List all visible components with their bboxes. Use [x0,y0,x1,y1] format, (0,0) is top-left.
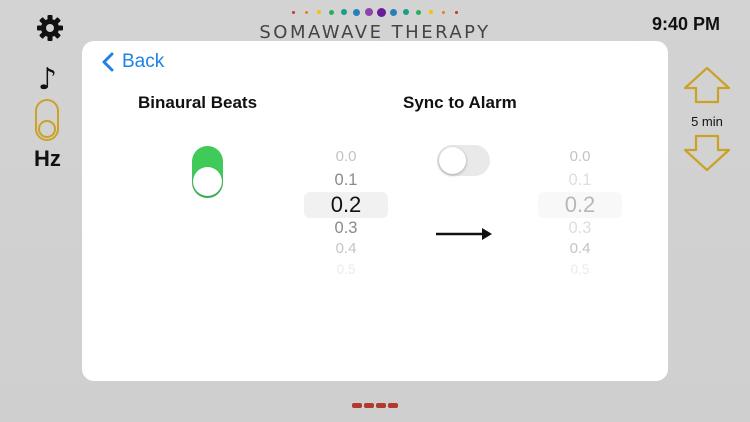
color-dot [442,10,446,14]
sync-to-alarm-toggle[interactable] [437,145,490,176]
picker-option[interactable]: 0.5 [304,257,388,283]
duration-up-arrow-icon[interactable] [682,66,732,104]
color-dot [292,10,296,14]
toggle-knob [439,147,466,174]
back-label: Back [122,51,165,72]
color-dot [328,9,334,15]
picker-option[interactable]: 0.1 [538,167,622,193]
binaural-beats-title: Binaural Beats [138,93,258,112]
color-dot [316,10,321,14]
toggle-knob [193,167,222,196]
beat-frequency-picker[interactable]: 0.0 0.1 0.2 0.3 0.4 0.5 [304,146,388,277]
sync-to-alarm-title: Sync to Alarm [403,93,517,112]
duration-down-arrow-icon[interactable] [682,134,732,172]
color-dot [304,10,308,14]
color-dot [376,7,386,17]
status-time: 9:40 PM [651,14,720,34]
long-right-arrow-icon [436,228,492,240]
app-title: SOMAWAVE THERAPY [259,22,491,43]
unit-label-hz[interactable]: Hz [34,146,61,172]
color-dot [454,10,458,14]
duration-label: 5 min [691,114,723,129]
mode-toggle[interactable] [35,99,59,141]
color-dot [416,9,422,15]
color-dot [340,9,347,15]
gear-icon[interactable] [36,14,64,42]
binaural-beats-toggle[interactable] [192,146,223,198]
alarm-frequency-picker: 0.0 0.1 0.2 0.3 0.4 0.5 [538,146,622,277]
chevron-left-icon [102,52,114,72]
color-dot [403,9,410,15]
color-dot [390,8,398,16]
color-dot [352,8,360,16]
color-dot-indicator [0,6,750,18]
mode-toggle-knob [38,120,56,138]
color-dot [429,10,434,14]
settings-panel: Back Binaural Beats Sync to Alarm 0.0 0.1… [82,41,668,381]
picker-option[interactable]: 0.1 [304,167,388,193]
music-note-icon[interactable]: ♪ [38,62,57,97]
page-indicator [352,403,400,409]
picker-option[interactable]: 0.5 [538,257,622,283]
back-button[interactable]: Back [102,49,164,75]
color-dot [364,8,373,16]
